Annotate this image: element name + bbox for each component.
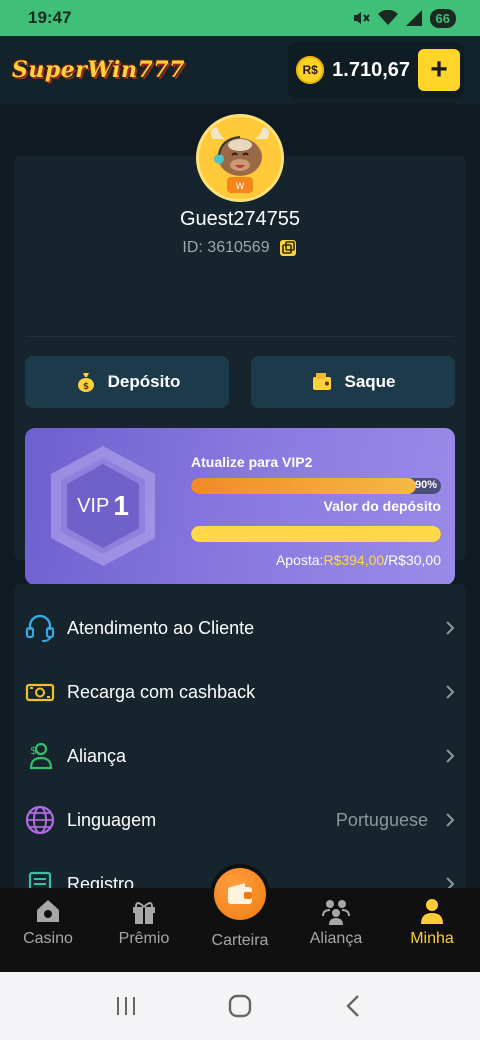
profile-divider — [26, 336, 454, 337]
bet-progress-text: Aposta:R$394,00/R$30,00 — [276, 552, 441, 568]
headset-icon — [24, 612, 56, 644]
app-header: SuperWin777 R$ 1.710,67 + — [0, 36, 480, 104]
user-icon — [417, 896, 447, 926]
svg-text:W: W — [236, 182, 245, 192]
nav-alliance[interactable]: Aliança — [288, 888, 384, 972]
chevron-right-icon — [446, 813, 455, 827]
nav-label-wallet: Carteira — [211, 932, 269, 949]
menu-label-customer-service: Atendimento ao Cliente — [67, 617, 255, 638]
copy-icon[interactable] — [278, 238, 298, 258]
svg-text:$: $ — [30, 744, 37, 757]
user-id-line: ID: 3610569 — [0, 238, 480, 258]
vip-label: VIP — [77, 494, 110, 517]
chevron-right-icon — [446, 621, 455, 635]
deposit-progress-fill — [191, 478, 416, 494]
deposit-progress-bar: 90% — [191, 478, 441, 494]
menu-label-record: Registro — [67, 873, 135, 889]
menu-item-alliance[interactable]: $ Aliança — [24, 730, 456, 782]
menu-label-alliance: Aliança — [67, 745, 127, 766]
status-icons: 66 — [352, 8, 456, 28]
bet-label: Aposta: — [275, 552, 324, 568]
nav-label-casino: Casino — [23, 930, 73, 947]
deposit-value-label: Valor do depósito — [323, 498, 441, 514]
bottom-nav: Casino Prêmio Carteira Aliança Minha — [0, 868, 480, 972]
add-funds-button[interactable]: + — [418, 49, 460, 91]
avatar[interactable]: W — [196, 114, 284, 202]
status-time: 19:47 — [28, 8, 72, 27]
nav-prize[interactable]: Prêmio — [96, 888, 192, 972]
mute-icon — [353, 12, 370, 24]
record-icon — [24, 868, 56, 888]
menu-item-language[interactable]: Linguagem Portuguese — [24, 794, 456, 846]
bet-progress-bar — [191, 526, 441, 542]
bet-progress-fill — [191, 526, 441, 542]
withdraw-label: Saque — [344, 372, 396, 391]
vip-level-number: 1 — [113, 490, 129, 521]
chevron-right-icon — [446, 877, 455, 888]
wifi-icon — [377, 10, 398, 25]
language-value: Portuguese — [335, 809, 428, 830]
money-bag-icon: $ — [77, 373, 94, 392]
menu-label-language: Linguagem — [67, 809, 157, 830]
settings-menu: Atendimento ao Cliente Recarga com cashb… — [14, 584, 466, 888]
menu-label-cashback: Recarga com cashback — [67, 681, 256, 702]
wallet-icon[interactable] — [214, 868, 266, 920]
alliance-icon: $ — [24, 740, 56, 772]
nav-label-mine: Minha — [410, 930, 454, 947]
back-icon[interactable] — [342, 994, 366, 1018]
svg-text:$: $ — [82, 382, 88, 392]
deposit-label: Depósito — [107, 372, 181, 391]
menu-item-customer-service[interactable]: Atendimento ao Cliente — [24, 602, 456, 654]
nav-label-prize: Prêmio — [118, 930, 170, 947]
main-content[interactable]: $ Depósito Saque VIP 1 Atualize para VIP… — [0, 104, 480, 888]
vip-card[interactable]: VIP 1 Atualize para VIP2 90% Valor do de… — [25, 428, 455, 585]
chevron-right-icon — [446, 685, 455, 699]
chevron-right-icon — [446, 749, 455, 763]
nav-label-alliance: Aliança — [309, 930, 363, 947]
balance-box: R$ 1.710,67 + — [288, 42, 464, 98]
vip-level-badge: VIP 1 — [43, 442, 163, 570]
group-icon — [321, 896, 351, 926]
signal-icon — [405, 10, 422, 26]
bull-mascot-icon: W — [199, 117, 281, 199]
withdraw-button[interactable]: Saque — [251, 356, 455, 408]
system-nav-bar — [0, 972, 480, 1040]
gift-icon — [129, 896, 159, 926]
nav-mine[interactable]: Minha — [384, 888, 480, 972]
bet-target: R$30,00 — [388, 552, 441, 568]
globe-icon — [24, 804, 56, 836]
username: Guest274755 — [179, 208, 301, 230]
nav-wallet[interactable]: Carteira — [192, 868, 288, 972]
recent-apps-icon[interactable] — [114, 994, 138, 1018]
deposit-button[interactable]: $ Depósito — [25, 356, 229, 408]
cashback-icon — [24, 676, 56, 708]
home-button-icon[interactable] — [227, 993, 253, 1019]
deposit-progress-percent: 90% — [414, 479, 437, 491]
balance-amount: 1.710,67 — [332, 58, 410, 81]
status-bar: 19:47 66 — [0, 0, 480, 36]
user-id: ID: 3610569 — [182, 239, 270, 256]
app-logo[interactable]: SuperWin777 — [12, 57, 185, 83]
home-icon — [33, 896, 63, 926]
wallet-cash-icon — [313, 373, 332, 390]
battery-indicator: 66 — [429, 8, 456, 28]
bet-current: R$394,00 — [323, 552, 385, 568]
menu-item-cashback[interactable]: Recarga com cashback — [24, 666, 456, 718]
currency-coin-icon: R$ — [296, 56, 325, 84]
vip-upgrade-text: Atualize para VIP2 — [191, 454, 313, 470]
nav-casino[interactable]: Casino — [0, 888, 96, 972]
